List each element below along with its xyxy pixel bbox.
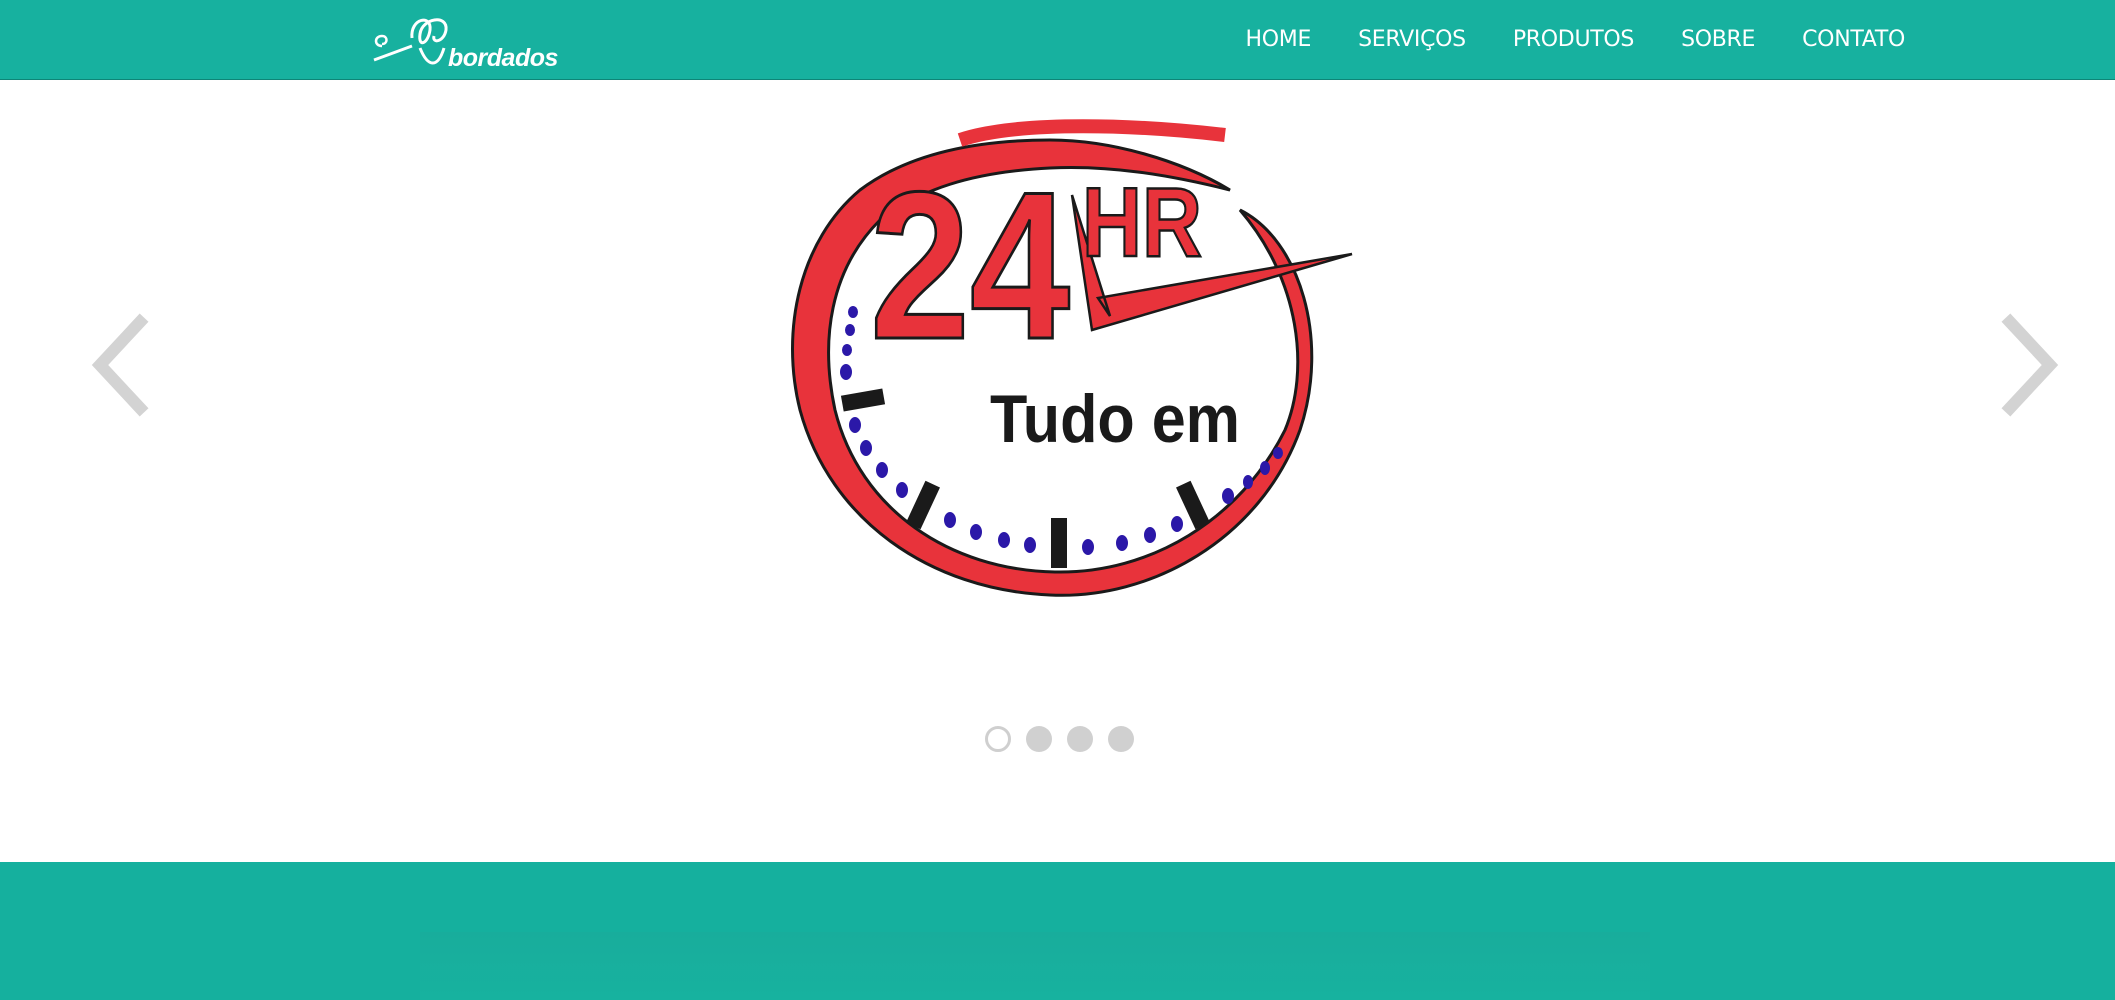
slide-caption: Tudo em — [990, 381, 1240, 457]
carousel-next-button[interactable] — [1995, 310, 2065, 420]
chevron-right-icon — [2001, 313, 2059, 417]
nav-servicos[interactable]: SERVIÇOS — [1358, 27, 1466, 52]
hero-carousel: 24 HR Tudo em — [0, 80, 2115, 782]
teal-section — [0, 862, 2115, 1000]
carousel-dot-3[interactable] — [1067, 726, 1093, 752]
nav-sobre[interactable]: SOBRE — [1681, 27, 1755, 52]
slide-badge-number: 24 — [870, 148, 1070, 383]
carousel-prev-button[interactable] — [85, 310, 155, 420]
top-navbar: bordados HOME SERVIÇOS PRODUTOS SOBRE CO… — [0, 0, 2115, 80]
nav-produtos[interactable]: PRODUTOS — [1513, 27, 1635, 52]
slide-24hr-image: 24 HR Tudo em — [791, 119, 1353, 597]
carousel-dot-4[interactable] — [1108, 726, 1134, 752]
nav-contato[interactable]: CONTATO — [1802, 27, 1905, 52]
nav-home[interactable]: HOME — [1246, 27, 1312, 52]
carousel-dot-2[interactable] — [1026, 726, 1052, 752]
carousel-dot-1[interactable] — [985, 726, 1011, 752]
main-nav: HOME SERVIÇOS PRODUTOS SOBRE CONTATO — [1246, 0, 1906, 79]
teal-section-panel — [420, 932, 1650, 1000]
chevron-left-icon — [91, 313, 149, 417]
carousel-indicators — [985, 726, 1134, 752]
brand-logo-text: bordados — [448, 44, 558, 72]
slide-badge-unit: HR — [1082, 167, 1202, 277]
brand-logo[interactable]: bordados — [372, 8, 558, 72]
